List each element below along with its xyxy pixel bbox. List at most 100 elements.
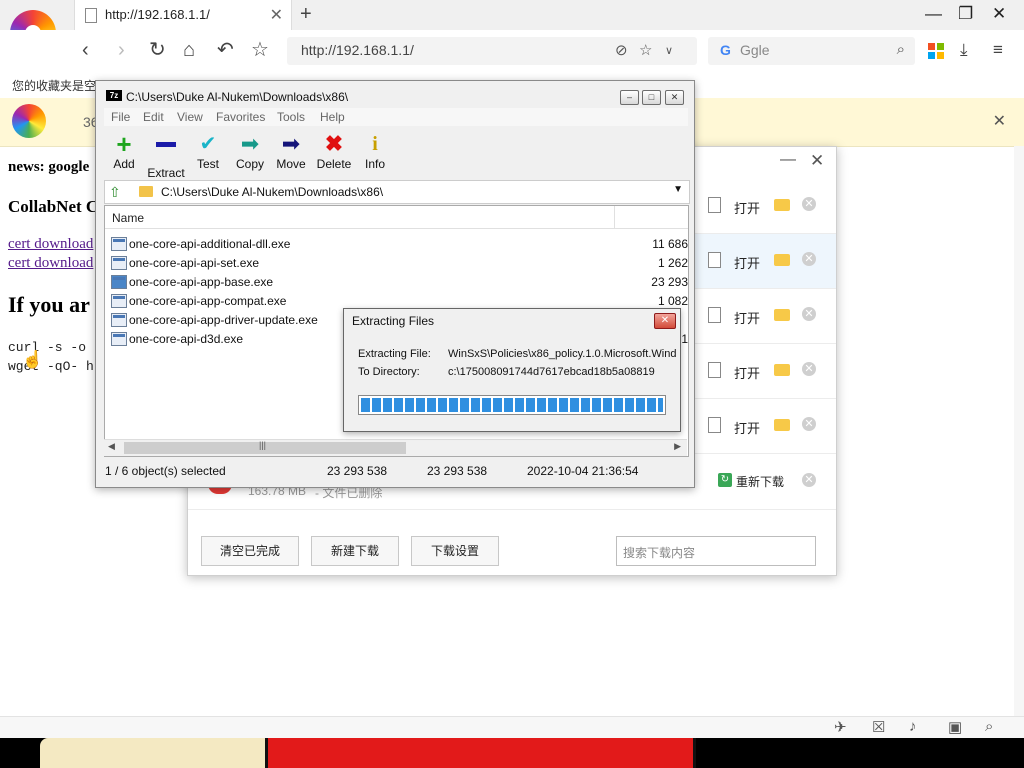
file-row[interactable]: one-core-api-api-set.exe 1 262 [105, 253, 688, 272]
dialog-title: Extracting Files [352, 314, 435, 328]
remove-icon[interactable]: ✕ [802, 417, 816, 431]
menu-favorites[interactable]: Favorites [216, 110, 265, 124]
horizontal-scrollbar[interactable]: ◀ ||| ▶ [104, 439, 687, 456]
toolbar-info-button[interactable]: i Info [360, 133, 390, 171]
file-icon[interactable] [708, 417, 721, 433]
up-folder-icon[interactable]: ⇧ [109, 184, 121, 201]
sevenzip-minimize-button[interactable]: – [620, 90, 639, 105]
download-settings-button[interactable]: 下载设置 [411, 536, 499, 566]
chevron-down-icon[interactable]: ∨ [665, 44, 673, 57]
trash-icon[interactable]: ☒ [872, 718, 885, 736]
menu-icon[interactable]: ≡ [993, 38, 1003, 62]
open-button[interactable]: 打开 [734, 253, 760, 272]
redownload-button[interactable]: 重新下载 [736, 473, 784, 490]
menu-tools[interactable]: Tools [277, 110, 305, 124]
remove-icon[interactable]: ✕ [802, 473, 816, 487]
minimize-button[interactable]: — [925, 4, 942, 24]
desktop-art-red [265, 738, 696, 768]
new-download-button[interactable]: 新建下载 [311, 536, 399, 566]
menu-file[interactable]: File [111, 110, 130, 124]
toolbar-copy-button[interactable]: ➡ Copy [233, 133, 267, 172]
home-icon[interactable]: ⌂ [183, 38, 195, 62]
download-search-placeholder: 搜索下载内容 [623, 546, 696, 560]
column-name-header[interactable]: Name [112, 211, 144, 225]
undo-icon[interactable]: ↶ [217, 38, 234, 62]
menu-edit[interactable]: Edit [143, 110, 164, 124]
sevenzip-titlebar[interactable]: 7z C:\Users\Duke Al-Nukem\Downloads\x86\… [96, 81, 694, 109]
ie-mode-icon[interactable]: ⊘ [615, 41, 628, 59]
file-row-selected[interactable]: one-core-api-app-base.exe 23 293 [105, 272, 688, 291]
folder-icon[interactable] [774, 364, 790, 376]
search-input[interactable]: Ggle [740, 42, 770, 58]
hand-cursor-icon: ☝ [22, 350, 44, 369]
address-bar[interactable]: http://192.168.1.1/ ⊘ ☆ ∨ [287, 37, 697, 65]
menu-view[interactable]: View [177, 110, 203, 124]
path-text[interactable]: C:\Users\Duke Al-Nukem\Downloads\x86\ [161, 185, 383, 199]
notice-close-icon[interactable]: ✕ [993, 111, 1006, 131]
cert-download-link-1[interactable]: cert download [8, 236, 93, 253]
download-search-input[interactable]: 搜索下载内容 [616, 536, 816, 566]
dlm-minimize-button[interactable]: — [780, 151, 796, 169]
exe-file-icon [111, 275, 127, 289]
file-row[interactable]: one-core-api-additional-dll.exe 11 686 [105, 234, 688, 253]
address-text[interactable]: http://192.168.1.1/ [301, 42, 414, 58]
clear-completed-button[interactable]: 清空已完成 [201, 536, 299, 566]
folder-icon[interactable] [774, 199, 790, 211]
volume-icon[interactable]: ♪ [909, 718, 917, 735]
window-icon[interactable]: ▣ [948, 718, 962, 736]
sevenzip-maximize-button[interactable]: □ [642, 90, 661, 105]
apps-icon[interactable] [928, 43, 944, 59]
sevenzip-close-button[interactable]: ✕ [665, 90, 684, 105]
toolbar-add-button[interactable]: + Add [109, 131, 139, 171]
dialog-close-button[interactable]: ✕ [654, 313, 676, 329]
file-icon[interactable] [708, 307, 721, 323]
toolbar-test-button[interactable]: ✔ Test [193, 133, 223, 171]
maximize-button[interactable]: ❐ [958, 4, 973, 24]
remove-icon[interactable]: ✕ [802, 197, 816, 211]
search-engine-icon[interactable]: G [720, 42, 731, 58]
remove-icon[interactable]: ✕ [802, 362, 816, 376]
new-tab-button[interactable]: + [300, 3, 312, 26]
tab-active[interactable]: http://192.168.1.1/ ✕ [74, 0, 292, 30]
file-icon[interactable] [708, 252, 721, 268]
open-button[interactable]: 打开 [734, 363, 760, 382]
cert-download-link-2[interactable]: cert download [8, 255, 93, 272]
favorite-star-icon[interactable]: ☆ [639, 41, 652, 59]
toolbar-extract-button[interactable]: Extract [146, 133, 186, 180]
toolbar-delete-button[interactable]: ✖ Delete [315, 133, 353, 172]
menu-help[interactable]: Help [320, 110, 345, 124]
column-divider[interactable] [614, 206, 615, 228]
file-icon[interactable] [708, 197, 721, 213]
path-bar[interactable]: ⇧ C:\Users\Duke Al-Nukem\Downloads\x86\ … [104, 180, 690, 204]
open-button[interactable]: 打开 [734, 418, 760, 437]
open-button[interactable]: 打开 [734, 198, 760, 217]
remove-icon[interactable]: ✕ [802, 307, 816, 321]
folder-icon[interactable] [774, 419, 790, 431]
file-name: one-core-api-additional-dll.exe [129, 237, 291, 251]
zoom-icon[interactable]: ⌕ [985, 718, 993, 735]
reload-icon[interactable]: ↻ [149, 38, 166, 62]
forward-icon[interactable]: › [118, 38, 125, 62]
toolbar-copy-label: Copy [235, 157, 264, 171]
rocket-icon[interactable]: ✈ [834, 718, 847, 736]
toolbar-move-button[interactable]: ➡ Move [274, 133, 308, 172]
tab-close-icon[interactable]: ✕ [270, 5, 283, 25]
dlm-close-button[interactable]: ✕ [810, 151, 824, 171]
scroll-right-icon[interactable]: ▶ [674, 441, 681, 452]
star-icon[interactable]: ☆ [251, 38, 269, 62]
redownload-icon[interactable]: ↻ [718, 473, 732, 487]
page-scrollbar[interactable] [1014, 146, 1024, 716]
scroll-left-icon[interactable]: ◀ [108, 441, 115, 452]
open-button[interactable]: 打开 [734, 308, 760, 327]
search-icon[interactable]: ⌕ [897, 41, 905, 58]
close-window-button[interactable]: ✕ [992, 4, 1006, 24]
sevenzip-statusbar: 1 / 6 object(s) selected 23 293 538 23 2… [104, 461, 688, 481]
download-icon[interactable]: ⤓ [960, 38, 968, 62]
folder-icon[interactable] [774, 254, 790, 266]
remove-icon[interactable]: ✕ [802, 252, 816, 266]
folder-icon[interactable] [774, 309, 790, 321]
file-icon[interactable] [708, 362, 721, 378]
back-icon[interactable]: ‹ [82, 38, 89, 62]
search-box[interactable]: G Ggle ⌕ [708, 37, 915, 65]
path-dropdown-icon[interactable]: ▼ [673, 184, 683, 195]
